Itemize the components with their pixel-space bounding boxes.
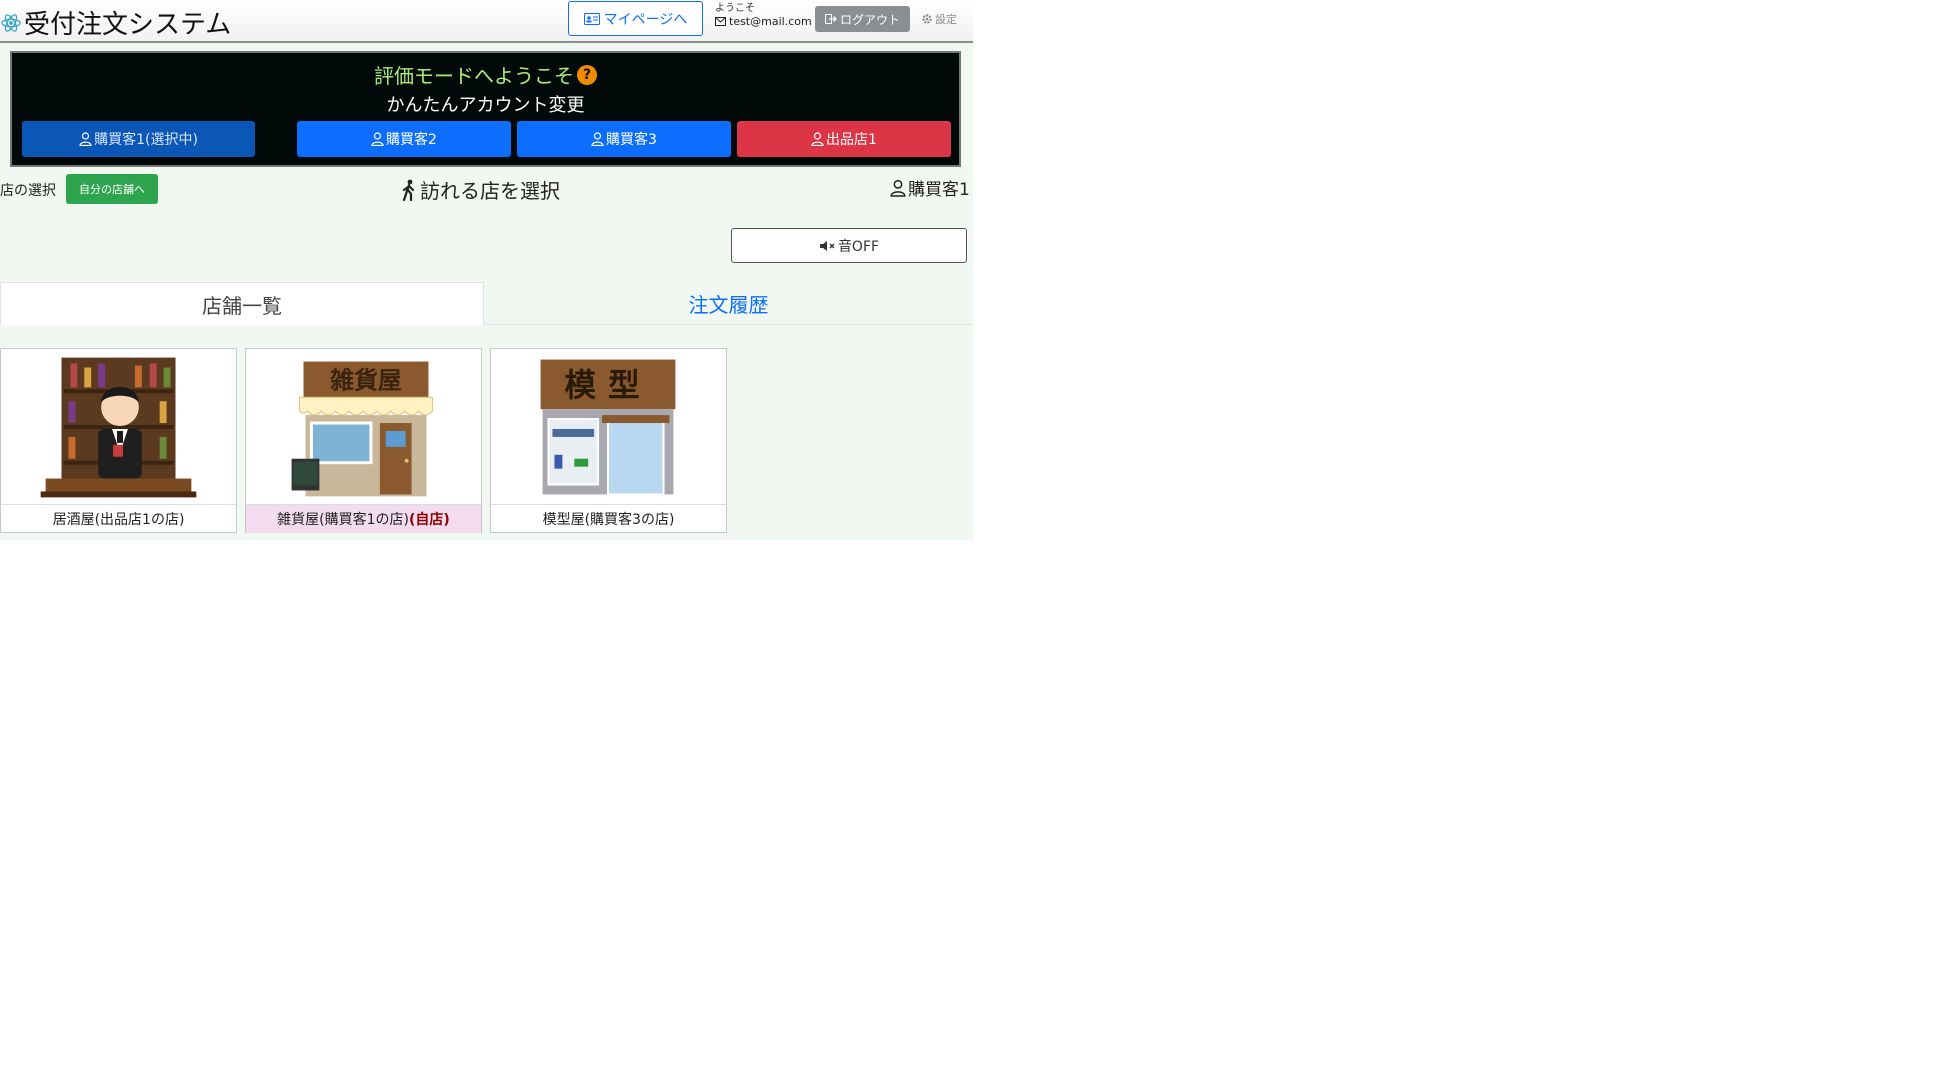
store-card-izakaya[interactable]: 居酒屋(出品店1の店)	[0, 348, 237, 533]
sign-out-icon	[824, 14, 837, 24]
account-button-buyer1[interactable]: 購買客1(選択中)	[22, 121, 255, 157]
tab-order-history[interactable]: 注文履歴	[484, 282, 973, 325]
izakaya-bartender-illustration	[40, 357, 197, 498]
welcome-label: ようこそ	[715, 3, 755, 14]
user-icon	[890, 179, 906, 197]
user-icon	[811, 132, 824, 146]
user-icon	[591, 132, 604, 146]
walking-person-icon	[402, 179, 415, 201]
banner-title-row: 評価モードへようこそ ?	[12, 60, 959, 89]
settings-link[interactable]: 設定	[921, 11, 957, 27]
sound-toggle-label: 音OFF	[837, 238, 880, 255]
tab-bar: 店舗一覧 注文履歴	[0, 282, 973, 325]
account-label: 購買客2	[386, 132, 437, 148]
logout-button[interactable]: ログアウト	[815, 6, 910, 32]
app-logo[interactable]: 受付注文システム	[0, 4, 231, 41]
id-card-icon	[583, 12, 600, 25]
mypage-button[interactable]: マイページへ	[568, 1, 703, 36]
model-shop-sign: 模型	[564, 368, 651, 404]
account-button-buyer2[interactable]: 購買客2	[297, 121, 511, 157]
question-circle-icon[interactable]: ?	[577, 64, 597, 85]
envelope-icon	[715, 17, 726, 26]
sound-toggle-button[interactable]: 音OFF	[731, 228, 967, 263]
model-shop-illustration: 模型	[540, 359, 676, 496]
store-name-general-store: 雑貨屋(購買客1の店) (自店)	[246, 504, 481, 533]
account-button-seller1[interactable]: 出品店1	[737, 121, 951, 157]
account-label: 購買客3	[606, 132, 657, 148]
general-store-illustration: 雑貨屋	[291, 361, 433, 497]
store-name-izakaya: 居酒屋(出品店1の店)	[1, 504, 236, 533]
store-card-model-shop[interactable]: 模型 模型屋(購買客3の店)	[490, 348, 727, 533]
settings-label: 設定	[935, 13, 957, 26]
page-heading-text: 訪れる店を選択	[420, 179, 560, 203]
tab-store-list[interactable]: 店舗一覧	[0, 282, 484, 325]
general-store-sign: 雑貨屋	[329, 366, 401, 394]
welcome-block: ようこそ test@mail.com	[715, 2, 812, 28]
current-user-name: 購買客1	[908, 180, 970, 200]
app-title: 受付注文システム	[24, 10, 232, 40]
evaluation-mode-banner: 評価モードへようこそ ? かんたんアカウント変更 購買客1(選択中) 購買客2 …	[10, 51, 961, 167]
store-select-label: 店の選択	[0, 183, 56, 199]
speaker-mute-icon	[819, 240, 835, 251]
logout-label: ログアウト	[839, 12, 900, 27]
user-icon	[371, 132, 384, 146]
user-icon	[79, 132, 92, 146]
store-name-model-shop: 模型屋(購買客3の店)	[491, 504, 726, 533]
user-email: test@mail.com	[729, 15, 812, 28]
account-label: 出品店1	[826, 132, 877, 148]
app-root: 受付注文システム マイページへ ようこそ test@mail.com ログアウト…	[0, 0, 973, 540]
react-atom-icon	[1, 13, 21, 32]
own-store-mark: (自店)	[409, 512, 450, 528]
gear-icon	[922, 14, 932, 24]
own-store-button[interactable]: 自分の店舗へ	[66, 174, 158, 204]
page-heading: 訪れる店を選択	[400, 175, 560, 204]
account-button-buyer3[interactable]: 購買客3	[517, 121, 731, 157]
banner-subtitle: かんたんアカウント変更	[386, 95, 585, 116]
banner-title: 評価モードへようこそ	[374, 64, 574, 88]
store-card-general-store[interactable]: 雑貨屋 雑貨屋(購買客1の店) (自店)	[245, 348, 482, 533]
account-label: 購買客1(選択中)	[94, 132, 198, 148]
mypage-label: マイページへ	[603, 11, 688, 28]
top-header: 受付注文システム マイページへ ようこそ test@mail.com ログアウト…	[0, 0, 973, 43]
current-user: 購買客1	[890, 175, 970, 200]
